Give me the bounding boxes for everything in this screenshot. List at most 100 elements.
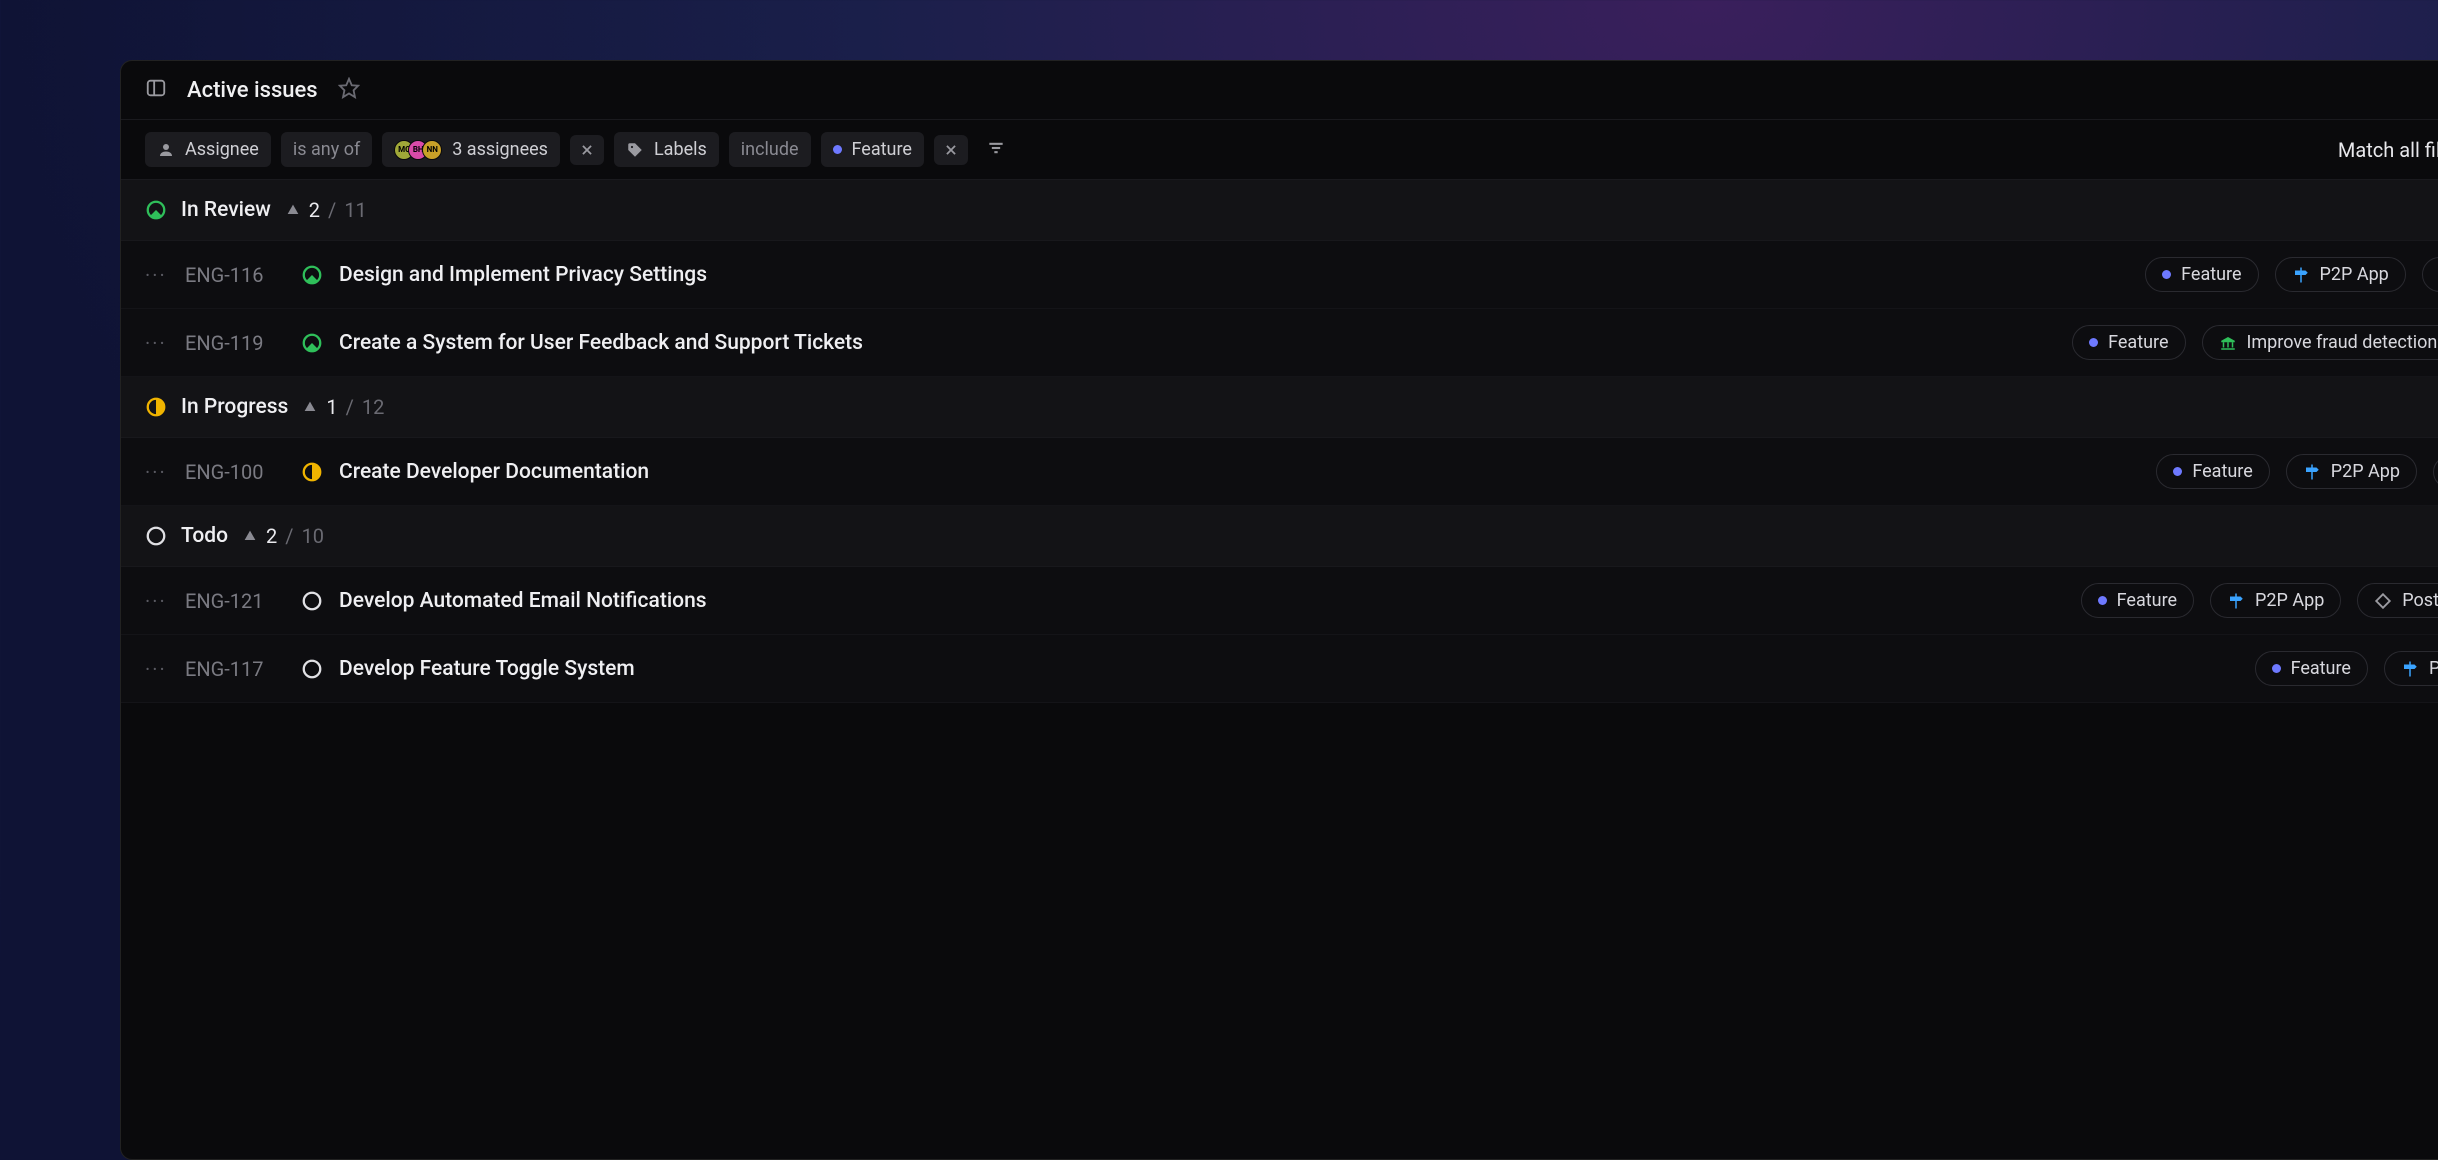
status-todo-icon <box>145 525 167 547</box>
label-pill[interactable]: P2P A <box>2384 651 2438 686</box>
filter-assignee-count: 3 assignees <box>452 139 548 160</box>
status-todo-icon[interactable] <box>301 590 323 612</box>
group-counts: 1 / 12 <box>302 395 384 419</box>
label-dot-icon <box>2098 596 2107 605</box>
issue-title: Create Developer Documentation <box>339 460 2140 484</box>
filter-assignee-label: Assignee <box>185 139 259 160</box>
label-pill[interactable]: Improve fraud detection mod <box>2202 325 2438 360</box>
group-shown-count: 2 <box>309 198 320 222</box>
group-total-count: 10 <box>302 524 324 548</box>
group-header-todo[interactable]: Todo 2 / 10 <box>121 506 2438 567</box>
status-in-review-icon <box>145 199 167 221</box>
label-text: P2P A <box>2429 658 2438 679</box>
signpost-icon <box>2303 463 2321 481</box>
issue-id: ENG-117 <box>185 657 285 681</box>
filter-labels-label: Labels <box>654 139 707 160</box>
label-pill[interactable] <box>2433 456 2438 488</box>
label-pill[interactable]: Post-laun <box>2357 583 2438 618</box>
issue-id: ENG-100 <box>185 460 285 484</box>
filter-labels-operator[interactable]: include <box>729 132 811 167</box>
status-in-progress-icon[interactable] <box>301 461 323 483</box>
person-icon <box>157 141 175 159</box>
group-total-count: 11 <box>344 198 366 222</box>
label-dot-icon <box>2173 467 2182 476</box>
issue-title: Develop Feature Toggle System <box>339 657 2239 681</box>
bank-icon <box>2219 334 2237 352</box>
label-text: Feature <box>2192 461 2252 482</box>
filter-labels-value[interactable]: Feature <box>821 132 924 167</box>
label-text: P2P App <box>2320 264 2389 285</box>
drag-handle[interactable]: ··· <box>145 263 169 287</box>
diamond-icon <box>2374 592 2392 610</box>
filter-assignee-value[interactable]: MC BH NN 3 assignees <box>382 132 560 167</box>
group-title: In Progress <box>181 395 288 419</box>
status-todo-icon[interactable] <box>301 658 323 680</box>
issue-row[interactable]: ··· ENG-116 Design and Implement Privacy… <box>121 241 2438 309</box>
label-text: Feature <box>2117 590 2177 611</box>
status-in-progress-icon <box>145 396 167 418</box>
issue-list: In Review 2 / 11 ··· ENG-116 Design and … <box>121 180 2438 703</box>
issue-row[interactable]: ··· ENG-100 Create Developer Documentati… <box>121 438 2438 506</box>
drag-handle[interactable]: ··· <box>145 460 169 484</box>
issue-title: Develop Automated Email Notifications <box>339 589 2065 613</box>
issue-row[interactable]: ··· ENG-121 Develop Automated Email Noti… <box>121 567 2438 635</box>
issue-id: ENG-121 <box>185 589 285 613</box>
drag-handle[interactable]: ··· <box>145 657 169 681</box>
filter-assignee-operator[interactable]: is any of <box>281 132 372 167</box>
drag-handle[interactable]: ··· <box>145 589 169 613</box>
group-header-in-review[interactable]: In Review 2 / 11 <box>121 180 2438 241</box>
label-dot-icon <box>833 145 842 154</box>
issue-row[interactable]: ··· ENG-117 Develop Feature Toggle Syste… <box>121 635 2438 703</box>
group-shown-count: 1 <box>326 395 337 419</box>
favorite-star-button[interactable] <box>338 77 360 103</box>
label-text: Post-laun <box>2402 590 2438 611</box>
label-dot-icon <box>2089 338 2098 347</box>
issue-title: Design and Implement Privacy Settings <box>339 263 2129 287</box>
label-text: Improve fraud detection mod <box>2247 332 2438 353</box>
label-text: P2P App <box>2331 461 2400 482</box>
label-pill[interactable]: Feature <box>2145 257 2258 292</box>
group-title: Todo <box>181 524 228 548</box>
sidebar-toggle-button[interactable] <box>145 77 167 103</box>
avatar-stack: MC BH NN <box>394 140 442 160</box>
issue-title: Create a System for User Feedback and Su… <box>339 331 2056 355</box>
label-dot-icon <box>2162 270 2171 279</box>
label-pill[interactable]: P2P App <box>2275 257 2406 292</box>
label-pill[interactable]: B <box>2422 257 2438 292</box>
filter-labels-field[interactable]: Labels <box>614 132 719 167</box>
group-total-count: 12 <box>362 395 384 419</box>
label-pill[interactable]: Feature <box>2156 454 2269 489</box>
avatar: NN <box>422 140 442 160</box>
filter-assignee-field[interactable]: Assignee <box>145 132 271 167</box>
filter-bar: Assignee is any of MC BH NN 3 assignees … <box>121 120 2438 180</box>
group-shown-count: 2 <box>266 524 277 548</box>
label-pill[interactable]: Feature <box>2072 325 2185 360</box>
filter-settings-button[interactable] <box>986 138 1006 162</box>
label-text: Feature <box>2181 264 2241 285</box>
group-counts: 2 / 11 <box>285 198 367 222</box>
label-text: Feature <box>2108 332 2168 353</box>
label-pill[interactable]: P2P App <box>2286 454 2417 489</box>
tag-icon <box>626 141 644 159</box>
label-pill[interactable]: Feature <box>2081 583 2194 618</box>
status-in-review-icon[interactable] <box>301 332 323 354</box>
match-filters-toggle[interactable]: Match all filters <box>2338 138 2438 162</box>
drag-handle[interactable]: ··· <box>145 331 169 355</box>
issue-id: ENG-116 <box>185 263 285 287</box>
group-counts: 2 / 10 <box>242 524 324 548</box>
filter-labels-remove-button[interactable] <box>934 135 968 165</box>
status-in-review-icon[interactable] <box>301 264 323 286</box>
label-pill[interactable]: Feature <box>2255 651 2368 686</box>
issue-id: ENG-119 <box>185 331 285 355</box>
label-text: P2P App <box>2255 590 2324 611</box>
issue-row[interactable]: ··· ENG-119 Create a System for User Fee… <box>121 309 2438 377</box>
label-text: Feature <box>2291 658 2351 679</box>
header-bar: Active issues <box>121 61 2438 120</box>
signpost-icon <box>2227 592 2245 610</box>
label-pill[interactable]: P2P App <box>2210 583 2341 618</box>
group-title: In Review <box>181 198 271 222</box>
page-title: Active issues <box>187 78 318 103</box>
app-window: Active issues Assignee is any of MC BH N… <box>120 60 2438 1160</box>
filter-assignee-remove-button[interactable] <box>570 135 604 165</box>
group-header-in-progress[interactable]: In Progress 1 / 12 <box>121 377 2438 438</box>
